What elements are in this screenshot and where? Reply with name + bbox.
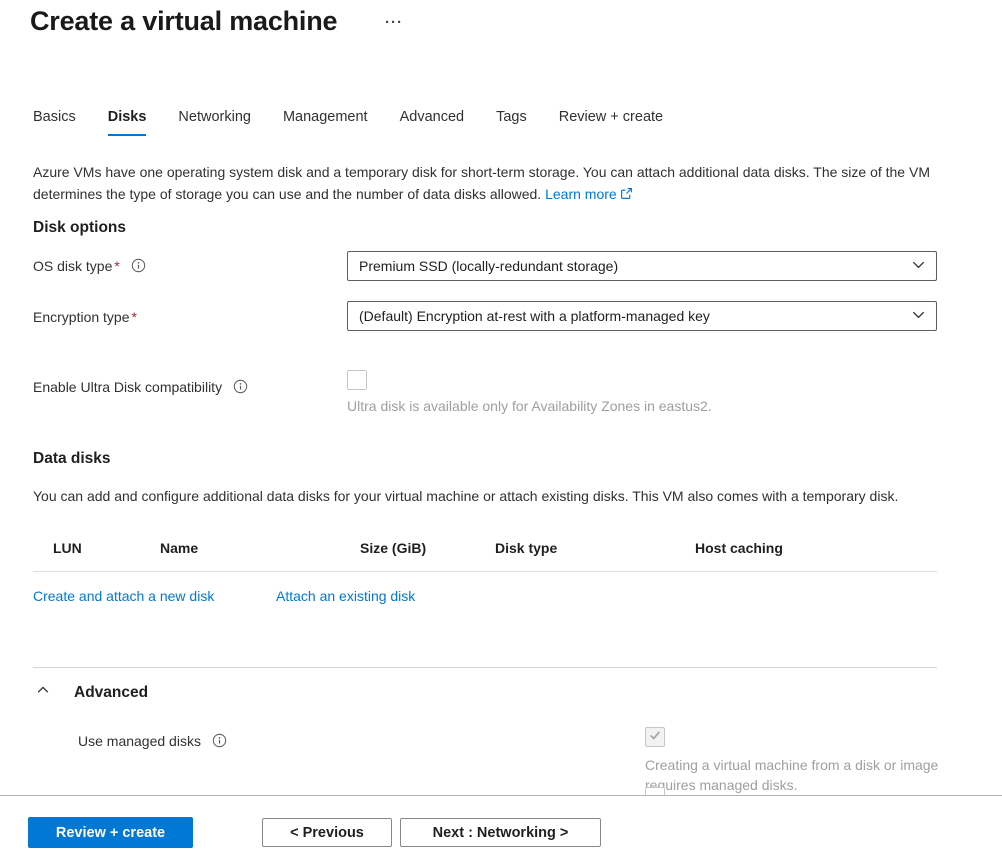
create-vm-page: Create a virtual machine ··· Basics Disk… — [0, 0, 1002, 866]
encryption-type-dropdown[interactable]: (Default) Encryption at-rest with a plat… — [347, 301, 937, 331]
info-icon[interactable] — [131, 258, 146, 276]
wizard-tabs: Basics Disks Networking Management Advan… — [33, 109, 663, 136]
review-create-button[interactable]: Review + create — [28, 817, 193, 848]
column-header-host-caching: Host caching — [695, 540, 783, 556]
column-header-name: Name — [160, 540, 198, 556]
intro-text: Azure VMs have one operating system disk… — [33, 164, 930, 202]
attach-existing-disk-link[interactable]: Attach an existing disk — [276, 588, 415, 604]
chevron-up-icon — [36, 683, 50, 702]
wizard-footer: Review + create < Previous Next : Networ… — [0, 795, 1002, 866]
disk-options-heading: Disk options — [33, 219, 126, 237]
ultra-disk-label-text: Enable Ultra Disk compatibility — [33, 379, 222, 395]
advanced-section-toggle[interactable]: Advanced — [36, 683, 148, 702]
tab-basics[interactable]: Basics — [33, 109, 76, 136]
learn-more-label: Learn more — [545, 186, 617, 202]
tab-disks[interactable]: Disks — [108, 109, 147, 136]
chevron-down-icon — [911, 257, 926, 275]
section-divider — [33, 667, 937, 668]
use-managed-disks-label: Use managed disks — [78, 733, 227, 751]
external-link-icon — [620, 185, 633, 207]
tab-management[interactable]: Management — [283, 109, 368, 136]
data-disks-description: You can add and configure additional dat… — [33, 486, 939, 508]
column-header-size: Size (GiB) — [360, 540, 426, 556]
ultra-disk-hint: Ultra disk is available only for Availab… — [347, 398, 917, 414]
required-asterisk: * — [114, 258, 119, 274]
next-networking-button[interactable]: Next : Networking > — [400, 818, 601, 847]
encryption-type-value: (Default) Encryption at-rest with a plat… — [359, 308, 710, 324]
page-title: Create a virtual machine — [30, 6, 337, 37]
tab-advanced[interactable]: Advanced — [400, 109, 465, 136]
more-options-button[interactable]: ··· — [385, 14, 403, 31]
tab-review-create[interactable]: Review + create — [559, 109, 663, 136]
use-managed-disks-checkbox — [645, 727, 665, 747]
table-divider — [33, 571, 937, 572]
previous-button[interactable]: < Previous — [262, 818, 392, 847]
os-disk-type-dropdown[interactable]: Premium SSD (locally-redundant storage) — [347, 251, 937, 281]
encryption-type-label: Encryption type* — [33, 309, 137, 325]
tab-networking[interactable]: Networking — [178, 109, 251, 136]
info-icon[interactable] — [212, 733, 227, 751]
info-icon[interactable] — [233, 379, 248, 397]
learn-more-link[interactable]: Learn more — [545, 186, 633, 202]
encryption-type-label-text: Encryption type — [33, 309, 130, 325]
data-disks-heading: Data disks — [33, 450, 111, 468]
os-disk-type-label-text: OS disk type — [33, 258, 112, 274]
checkmark-icon — [648, 728, 662, 747]
column-header-disk-type: Disk type — [495, 540, 557, 556]
use-managed-disks-label-text: Use managed disks — [78, 733, 201, 749]
tab-tags[interactable]: Tags — [496, 109, 527, 136]
advanced-heading: Advanced — [74, 684, 148, 702]
os-disk-type-label: OS disk type* — [33, 258, 146, 276]
chevron-down-icon — [911, 307, 926, 325]
column-header-lun: LUN — [53, 540, 82, 556]
ultra-disk-label: Enable Ultra Disk compatibility — [33, 379, 248, 397]
disks-intro-text: Azure VMs have one operating system disk… — [33, 162, 939, 206]
ultra-disk-checkbox[interactable] — [347, 370, 367, 390]
use-managed-disks-hint: Creating a virtual machine from a disk o… — [645, 755, 985, 795]
create-attach-new-disk-link[interactable]: Create and attach a new disk — [33, 588, 214, 604]
required-asterisk: * — [132, 309, 137, 325]
os-disk-type-value: Premium SSD (locally-redundant storage) — [359, 258, 618, 274]
